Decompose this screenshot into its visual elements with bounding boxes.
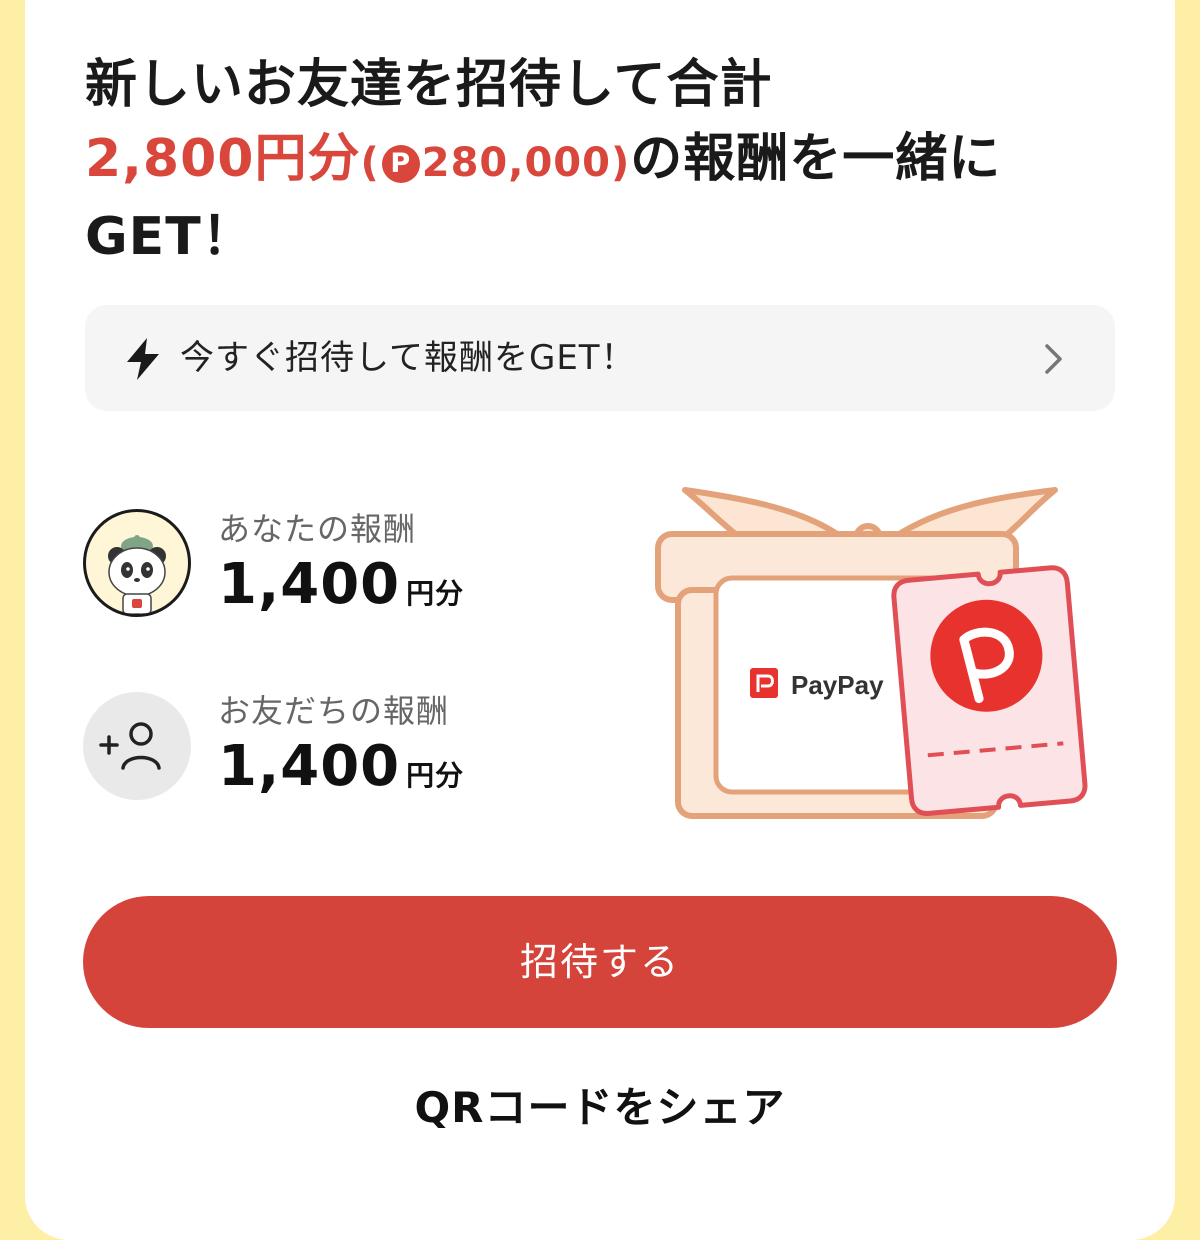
- reward-total-amount: 2,800円分: [85, 129, 361, 189]
- lightning-bolt-icon: [127, 338, 159, 380]
- share-qr-code-link[interactable]: QRコードをシェア: [0, 1074, 1200, 1135]
- paypay-point-icon: P: [381, 145, 420, 183]
- headline-line-2: 2,800円分(P 280,000)の報酬を一緒に: [85, 122, 1125, 200]
- paypay-brand-text: PayPay: [791, 670, 884, 700]
- friend-reward-unit: 円分: [406, 759, 465, 792]
- headline-line-3: GET！: [85, 207, 255, 267]
- headline: 新しいお友達を招待して合計 2,800円分(P 280,000)の報酬を一緒に G…: [85, 48, 1125, 274]
- headline-line-2-rest: の報酬を一緒に: [630, 129, 1002, 189]
- gift-box-illustration: PayPay: [655, 487, 1088, 819]
- chevron-right-icon: [1045, 344, 1062, 374]
- banner-text: 今すぐ招待して報酬をGET！: [180, 338, 636, 378]
- my-reward-label: あなたの報酬: [218, 510, 417, 548]
- headline-line-1: 新しいお友達を招待して合計: [85, 55, 773, 115]
- points-close-paren: ): [610, 140, 631, 186]
- points-amount: 280,000: [421, 140, 611, 186]
- panda-avatar-icon: [83, 509, 191, 617]
- friend-reward-label: お友だちの報酬: [218, 692, 450, 730]
- points-open-paren: (: [360, 140, 380, 186]
- friend-reward-value: 1,400: [218, 734, 401, 799]
- my-reward-unit: 円分: [406, 577, 465, 610]
- friend-reward-amount: 1,400 円分: [218, 734, 464, 799]
- paypay-ticket-icon: [891, 565, 1088, 816]
- add-friend-icon: [83, 692, 191, 800]
- paypay-logo-icon: [750, 668, 778, 698]
- my-reward-amount: 1,400 円分: [218, 552, 464, 617]
- invite-now-banner[interactable]: 今すぐ招待して報酬をGET！: [85, 305, 1115, 411]
- invite-button[interactable]: 招待する: [83, 896, 1117, 1028]
- my-reward-value: 1,400: [218, 552, 401, 617]
